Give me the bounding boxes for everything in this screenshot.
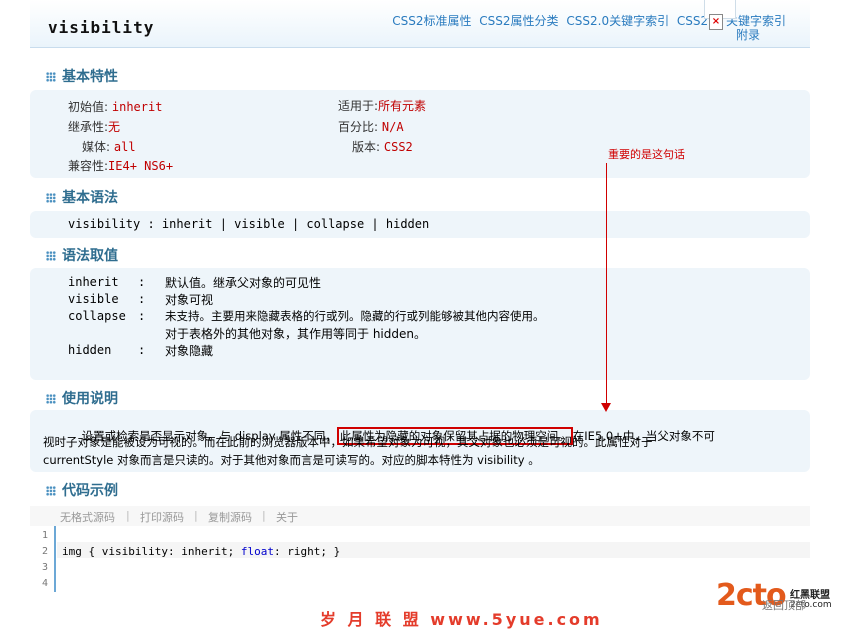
section-heading-example: 代码示例 — [46, 480, 118, 500]
usage-panel: 设置或检索是否显示对象。与 display 属性不同， 此属性为隐藏的对象保留其占… — [30, 410, 810, 472]
value-desc: 对象隐藏 — [165, 344, 214, 358]
prop-percent: 百分比: N/A — [338, 120, 404, 134]
back-to-top-link[interactable]: 返回顶部 — [762, 597, 806, 613]
syntax-panel: visibility : inherit | visible | collaps… — [30, 211, 810, 238]
section-heading-basic-props: 基本特性 — [46, 66, 118, 86]
line-number: 2 — [41, 546, 48, 557]
prop-version: 版本: CSS2 — [352, 140, 413, 154]
toolbar-divider: | — [126, 509, 130, 522]
code-toolbar: 无格式源码 | 打印源码 | 复制源码 | 关于 — [30, 506, 810, 526]
value-key: hidden — [68, 343, 112, 357]
dots-icon — [46, 394, 56, 404]
code-block: 1 2 3 4 img { visibility: inherit; float… — [30, 526, 810, 592]
print-link[interactable]: 打印源码 — [140, 509, 184, 525]
view-plain-link[interactable]: 无格式源码 — [60, 509, 115, 525]
usage-line-2: 视时子对象是能被设为可视的。而在此前的浏览器版本中，如果希望对象为可视，其父对象… — [43, 435, 653, 449]
code-gutter — [54, 526, 56, 592]
section-heading-syntax: 基本语法 — [46, 187, 118, 207]
line-number: 1 — [41, 530, 48, 541]
syntax-text: visibility : inherit | visible | collaps… — [68, 217, 430, 231]
value-sep: : — [138, 292, 146, 306]
prop-initial: 初始值: inherit — [68, 100, 163, 114]
annotation-arrow-icon — [601, 403, 611, 412]
prop-compat: 兼容性:IE4+ NS6+ — [68, 159, 174, 173]
code-line-2: img { visibility: inherit; float: right;… — [62, 545, 341, 558]
value-sep: : — [138, 343, 146, 357]
annotation-label: 重要的是这句话 — [608, 148, 685, 161]
basic-props-panel: 初始值: inherit 适用于:所有元素 继承性:无 百分比: N/A 媒体:… — [30, 90, 810, 178]
link-css2-prop-categories[interactable]: CSS2属性分类 — [479, 14, 558, 28]
section-heading-usage: 使用说明 — [46, 388, 118, 408]
section-heading-values: 语法取值 — [46, 245, 118, 265]
value-sep: : — [138, 309, 146, 323]
site-watermark: 岁 月 联 盟 www.5yue.com — [320, 610, 603, 629]
broken-image-icon: × — [709, 14, 723, 30]
value-sep: : — [138, 275, 146, 289]
copy-link[interactable]: 复制源码 — [208, 509, 252, 525]
prop-applies: 适用于:所有元素 — [338, 99, 427, 113]
value-key: inherit — [68, 275, 119, 289]
value-desc-continued: 对于表格外的其他对象，其作用等同于 hidden。 — [165, 327, 426, 341]
page-title: visibility — [48, 18, 155, 37]
value-desc: 对象可视 — [165, 293, 214, 307]
prop-media: 媒体: all — [82, 140, 136, 154]
link-appendix[interactable]: 附录 — [736, 26, 760, 43]
value-key: visible — [68, 292, 119, 306]
dots-icon — [46, 193, 56, 203]
dots-icon — [46, 251, 56, 261]
toolbar-divider: | — [194, 509, 198, 522]
value-key: collapse — [68, 309, 126, 323]
line-number: 3 — [41, 562, 48, 573]
about-link[interactable]: 关于 — [276, 509, 298, 525]
line-number: 4 — [41, 578, 48, 589]
annotation-line — [606, 163, 607, 405]
prop-inherit: 继承性:无 — [68, 120, 121, 134]
usage-line-3: currentStyle 对象而言是只读的。对于其他对象而言是可读写的。对应的脚… — [43, 453, 540, 467]
values-panel: inherit : 默认值。继承父对象的可见性 visible : 对象可视 c… — [30, 268, 810, 380]
toolbar-divider: | — [262, 509, 266, 522]
value-desc: 默认值。继承父对象的可见性 — [165, 276, 322, 290]
link-css2-standard-props[interactable]: CSS2标准属性 — [392, 14, 471, 28]
dots-icon — [46, 486, 56, 496]
value-desc: 未支持。主要用来隐藏表格的行或列。隐藏的行或列能够被其他内容使用。 — [165, 309, 545, 323]
link-css2-keyword-index[interactable]: CSS2.0关键字索引 — [566, 14, 669, 28]
dots-icon — [46, 72, 56, 82]
page-header: visibility CSS2标准属性 CSS2属性分类 CSS2.0关键字索引… — [30, 0, 810, 48]
